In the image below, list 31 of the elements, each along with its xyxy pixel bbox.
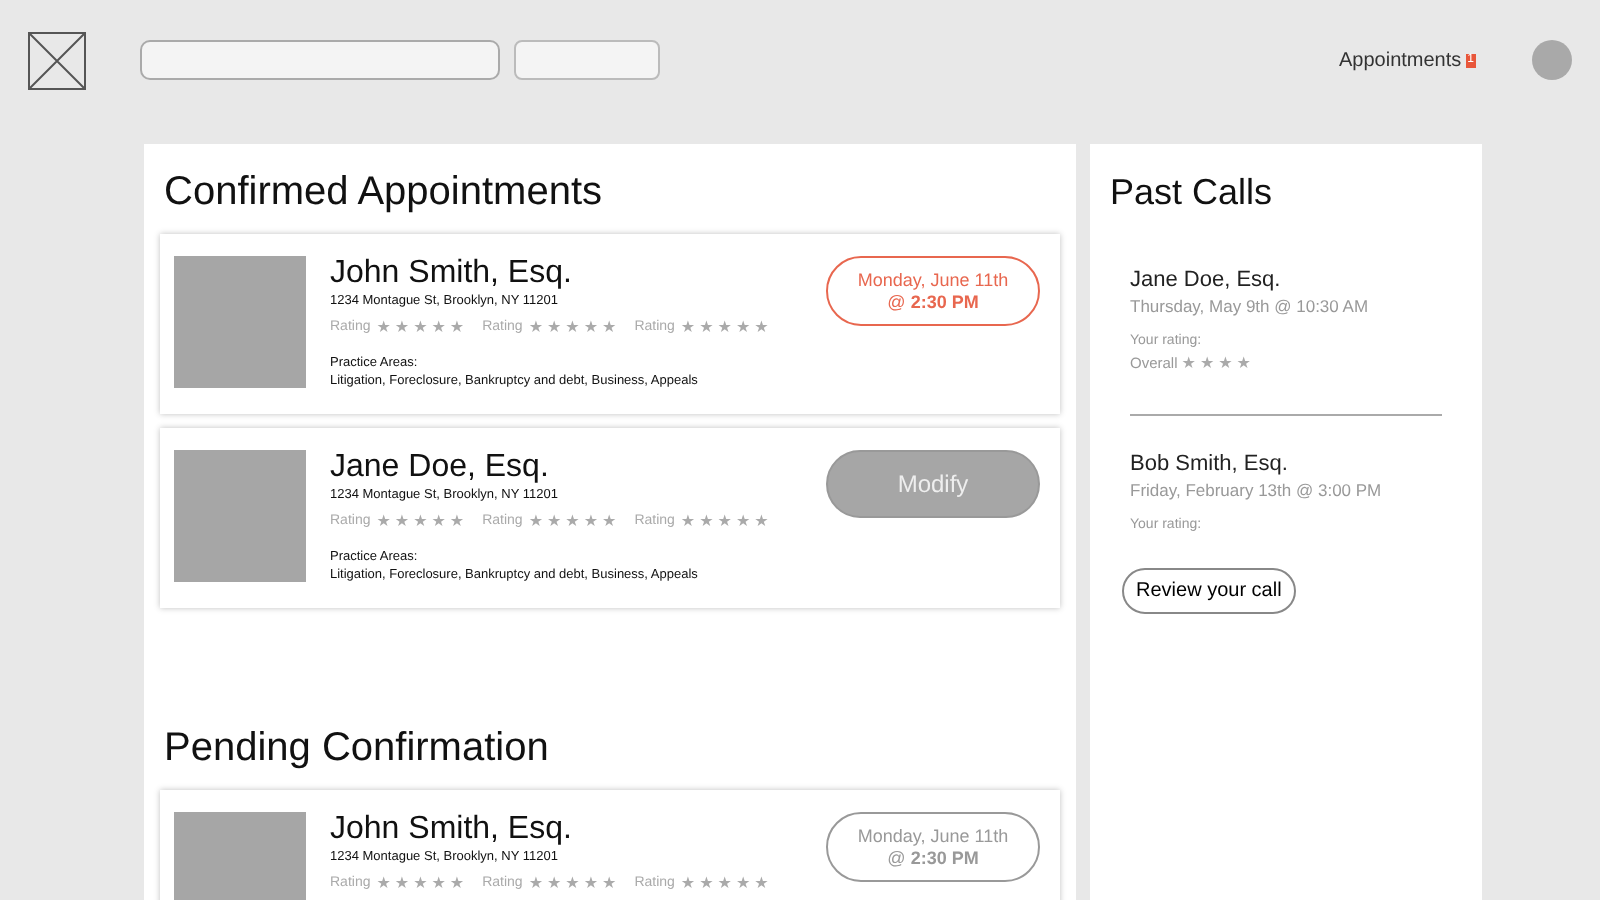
caller-name: Bob Smith, Esq.	[1130, 452, 1290, 476]
avatar[interactable]	[1532, 40, 1572, 80]
star-glyphs: ★★★★★	[528, 874, 621, 892]
review-call-button[interactable]: Review your call	[1122, 568, 1296, 614]
star-glyphs: ★★★★★	[528, 512, 621, 530]
search-field[interactable]	[140, 40, 500, 80]
photo-placeholder	[174, 450, 306, 582]
star-glyphs: ★★★★★	[528, 318, 621, 336]
modify-button[interactable]: Modify	[826, 450, 1040, 518]
star-glyphs: ★★★★★	[376, 318, 469, 336]
panel-title: Past Calls	[1110, 170, 1275, 216]
call-date: Friday, February 13th @ 3:00 PM	[1130, 480, 1384, 500]
call-date: Thursday, May 9th @ 10:30 AM	[1130, 296, 1371, 316]
appointments-link[interactable]: Appointments	[1339, 49, 1462, 71]
lawyer-name: John Smith, Esq.	[330, 256, 574, 292]
lawyer-name: John Smith, Esq.	[330, 812, 574, 848]
star-glyphs: ★★★★★	[376, 874, 469, 892]
star-glyphs: ★★★★★	[680, 874, 773, 892]
photo-placeholder	[174, 256, 306, 388]
star-glyphs: ★★★★	[1181, 354, 1255, 372]
logo-placeholder-icon	[28, 31, 86, 89]
star-glyphs: ★★★★★	[680, 318, 773, 336]
appointment-time-button[interactable]: Monday, June 11th @ 2:30 PM	[826, 812, 1040, 882]
section-title: Confirmed Appointments	[164, 168, 605, 218]
lawyer-name: Jane Doe, Esq.	[330, 450, 551, 486]
appointment-time-button[interactable]: Monday, June 11th @ 2:30 PM	[826, 256, 1040, 326]
caller-name: Jane Doe, Esq.	[1130, 268, 1283, 292]
star-glyphs: ★★★★★	[376, 512, 469, 530]
star-glyphs: ★★★★★	[680, 512, 773, 530]
header-button[interactable]	[514, 40, 660, 80]
section-title: Pending Confirmation	[164, 724, 551, 774]
